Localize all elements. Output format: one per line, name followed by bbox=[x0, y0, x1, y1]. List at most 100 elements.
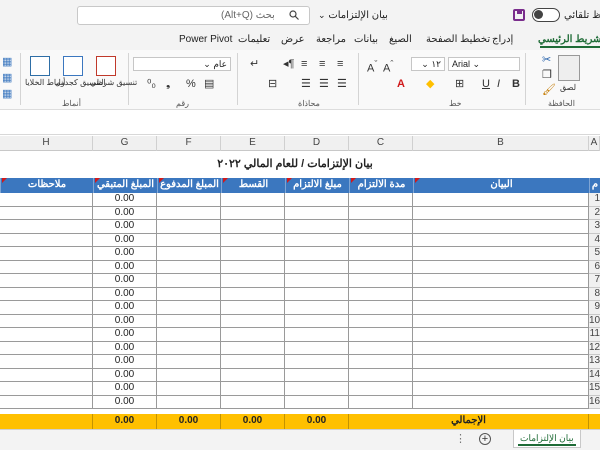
align-left-icon[interactable]: ☰ bbox=[337, 78, 347, 90]
notes-cell[interactable] bbox=[0, 274, 93, 288]
total-commitment-amount[interactable]: 0.00 bbox=[285, 414, 349, 429]
notes-cell[interactable] bbox=[0, 287, 93, 301]
notes-cell[interactable] bbox=[0, 233, 93, 247]
remaining-amount-cell[interactable]: 0.00 bbox=[93, 193, 157, 207]
row-number[interactable]: 5 bbox=[589, 247, 600, 261]
remaining-amount-cell[interactable]: 0.00 bbox=[93, 274, 157, 288]
align-right-icon[interactable]: ☰ bbox=[301, 78, 311, 90]
font-size-select[interactable]: ١٢ ⌄ bbox=[411, 57, 445, 71]
remaining-amount-cell[interactable]: 0.00 bbox=[93, 287, 157, 301]
header-cell-duration[interactable]: مدة الالتزام bbox=[349, 178, 413, 193]
monthly-installment-cell[interactable] bbox=[221, 382, 285, 396]
paid-amount-cell[interactable] bbox=[157, 233, 221, 247]
remaining-amount-cell[interactable]: 0.00 bbox=[93, 233, 157, 247]
description-cell[interactable] bbox=[413, 368, 589, 382]
copy-icon[interactable]: ❐ bbox=[542, 69, 552, 81]
remaining-amount-cell[interactable]: 0.00 bbox=[93, 355, 157, 369]
monthly-installment-cell[interactable] bbox=[221, 247, 285, 261]
add-sheet-icon[interactable]: + bbox=[479, 433, 491, 445]
insert-cells-icon[interactable]: ▦ bbox=[2, 56, 12, 68]
notes-cell[interactable] bbox=[0, 220, 93, 234]
commitment-amount-cell[interactable] bbox=[285, 355, 349, 369]
commitment-amount-cell[interactable] bbox=[285, 328, 349, 342]
row-number[interactable]: 12 bbox=[589, 341, 600, 355]
monthly-installment-cell[interactable] bbox=[221, 328, 285, 342]
increase-decimal-icon[interactable]: ⁰₀ bbox=[147, 78, 156, 90]
text-direction-icon[interactable]: ◂¶ bbox=[283, 58, 294, 70]
row-number[interactable]: 7 bbox=[589, 274, 600, 288]
duration-cell[interactable] bbox=[349, 193, 413, 207]
monthly-installment-cell[interactable] bbox=[221, 274, 285, 288]
wrap-text-icon[interactable]: ↵ bbox=[250, 58, 259, 70]
tab-formulas[interactable]: الصيغ bbox=[389, 34, 412, 45]
font-name-select[interactable]: Arial ⌄ bbox=[448, 57, 520, 71]
paid-amount-cell[interactable] bbox=[157, 368, 221, 382]
duration-cell[interactable] bbox=[349, 355, 413, 369]
cut-icon[interactable]: ✂ bbox=[542, 54, 551, 66]
description-cell[interactable] bbox=[413, 301, 589, 315]
commitment-amount-cell[interactable] bbox=[285, 301, 349, 315]
borders-icon[interactable]: ⊞ bbox=[455, 78, 464, 90]
paid-amount-cell[interactable] bbox=[157, 206, 221, 220]
monthly-installment-cell[interactable] bbox=[221, 341, 285, 355]
row-number[interactable]: 4 bbox=[589, 233, 600, 247]
paid-amount-cell[interactable] bbox=[157, 301, 221, 315]
remaining-amount-cell[interactable]: 0.00 bbox=[93, 220, 157, 234]
paid-amount-cell[interactable] bbox=[157, 355, 221, 369]
description-cell[interactable] bbox=[413, 233, 589, 247]
tab-review[interactable]: مراجعة bbox=[316, 34, 346, 45]
report-title[interactable]: بيان الإلتزامات / للعام المالي ٢٠٢٢ bbox=[0, 151, 590, 178]
duration-cell[interactable] bbox=[349, 287, 413, 301]
monthly-installment-cell[interactable] bbox=[221, 314, 285, 328]
row-number[interactable]: 6 bbox=[589, 260, 600, 274]
accounting-format-icon[interactable]: ▤ bbox=[204, 78, 214, 90]
conditional-formatting-icon[interactable] bbox=[96, 56, 116, 76]
paid-amount-cell[interactable] bbox=[157, 247, 221, 261]
total-label[interactable]: الإجمالي bbox=[349, 414, 589, 429]
duration-cell[interactable] bbox=[349, 328, 413, 342]
duration-cell[interactable] bbox=[349, 382, 413, 396]
notes-cell[interactable] bbox=[0, 260, 93, 274]
duration-cell[interactable] bbox=[349, 314, 413, 328]
notes-cell[interactable] bbox=[0, 395, 93, 409]
notes-cell[interactable] bbox=[0, 206, 93, 220]
search-input[interactable]: بحث (Alt+Q) bbox=[77, 6, 310, 25]
column-header-b[interactable]: B bbox=[413, 136, 589, 151]
monthly-installment-cell[interactable] bbox=[221, 193, 285, 207]
monthly-installment-cell[interactable] bbox=[221, 206, 285, 220]
tab-page-layout[interactable]: تخطيط الصفحة bbox=[426, 34, 490, 45]
monthly-installment-cell[interactable] bbox=[221, 355, 285, 369]
underline-icon[interactable]: U bbox=[482, 78, 490, 90]
commitment-amount-cell[interactable] bbox=[285, 368, 349, 382]
tab-home[interactable]: الشريط الرئيسي bbox=[538, 34, 600, 48]
notes-cell[interactable] bbox=[0, 355, 93, 369]
align-middle-icon[interactable]: ≡ bbox=[319, 58, 325, 70]
column-header-f[interactable]: F bbox=[157, 136, 221, 151]
commitment-amount-cell[interactable] bbox=[285, 382, 349, 396]
description-cell[interactable] bbox=[413, 287, 589, 301]
column-header-e[interactable]: E bbox=[221, 136, 285, 151]
autosave-toggle[interactable] bbox=[532, 8, 560, 22]
tab-data[interactable]: بيانات bbox=[354, 34, 378, 45]
number-format-select[interactable]: عام ⌄ bbox=[133, 57, 231, 71]
description-cell[interactable] bbox=[413, 193, 589, 207]
italic-icon[interactable]: I bbox=[497, 78, 500, 90]
header-cell-monthly-installment[interactable]: القسط الشهري bbox=[221, 178, 285, 193]
description-cell[interactable] bbox=[413, 382, 589, 396]
description-cell[interactable] bbox=[413, 260, 589, 274]
column-header-d[interactable]: D bbox=[285, 136, 349, 151]
commitment-amount-cell[interactable] bbox=[285, 233, 349, 247]
commitment-amount-cell[interactable] bbox=[285, 220, 349, 234]
remaining-amount-cell[interactable]: 0.00 bbox=[93, 368, 157, 382]
row-number[interactable]: 3 bbox=[589, 220, 600, 234]
decrease-font-icon[interactable]: Aˇ bbox=[367, 58, 377, 75]
row-number[interactable]: 11 bbox=[589, 328, 600, 342]
remaining-amount-cell[interactable]: 0.00 bbox=[93, 395, 157, 409]
duration-cell[interactable] bbox=[349, 206, 413, 220]
align-center-icon[interactable]: ☰ bbox=[319, 78, 329, 90]
align-bottom-icon[interactable]: ≡ bbox=[301, 58, 307, 70]
description-cell[interactable] bbox=[413, 220, 589, 234]
paid-amount-cell[interactable] bbox=[157, 395, 221, 409]
description-cell[interactable] bbox=[413, 206, 589, 220]
column-header-a[interactable]: A bbox=[589, 136, 600, 151]
